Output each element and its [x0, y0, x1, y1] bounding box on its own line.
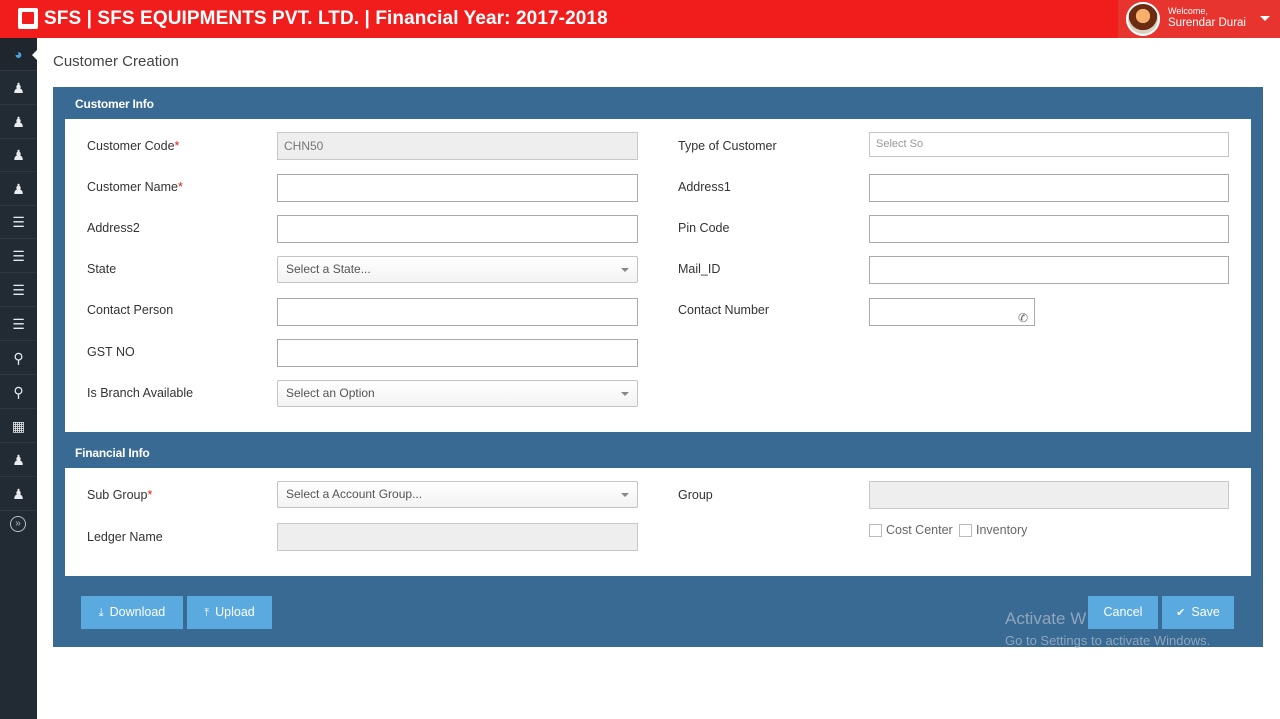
chevron-down-icon[interactable]: [1260, 16, 1270, 21]
sidebar-item-user-1[interactable]: ♟: [0, 72, 37, 105]
customer-code-field: CHN50: [277, 132, 638, 160]
sidebar-item-list-1[interactable]: ☰: [0, 206, 37, 239]
download-button[interactable]: ⤓ Download: [81, 596, 183, 629]
address1-label: Address1: [678, 180, 731, 194]
user-menu[interactable]: Welcome, Surendar Durai: [1118, 0, 1280, 38]
sidebar: ◕ ♟ ♟ ♟ ♟ ☰ ☰ ☰ ☰ ⚲ ⚲ ▦ ♟ ♟ »: [0, 38, 38, 719]
windows-watermark-title: Activate W: [1005, 609, 1087, 628]
branch-label: Is Branch Available: [87, 386, 194, 400]
sidebar-item-calendar[interactable]: ▦: [0, 410, 37, 443]
windows-watermark-text: Go to Settings to activate Windows.: [1005, 633, 1211, 648]
form-panel: Customer Info Customer Code* Customer Na…: [53, 87, 1263, 648]
sidebar-collapse-icon[interactable]: »: [10, 516, 26, 532]
financial-info-card: Sub Group* Ledger Name Select a Account …: [65, 468, 1251, 576]
company-logo-icon: [18, 8, 38, 29]
sidebar-item-list-3[interactable]: ☰: [0, 274, 37, 307]
list-icon: ☰: [12, 247, 25, 264]
sidebar-item-dashboard[interactable]: ◕: [0, 38, 38, 71]
gst-field[interactable]: [277, 339, 638, 367]
sidebar-item-cart-1[interactable]: ⚲: [0, 342, 37, 375]
customer-name-field[interactable]: [277, 174, 638, 202]
chevron-down-icon: [621, 268, 629, 272]
mail-id-field[interactable]: [869, 256, 1229, 284]
address1-field[interactable]: [869, 174, 1229, 202]
type-of-customer-select[interactable]: Select So: [869, 132, 1229, 157]
group-field: [869, 481, 1229, 509]
ledger-name-field: [277, 523, 638, 551]
sidebar-item-user-3[interactable]: ♟: [0, 139, 37, 172]
list-icon: ☰: [12, 281, 25, 298]
ledger-name-label: Ledger Name: [87, 530, 163, 544]
type-of-customer-label: Type of Customer: [678, 139, 777, 153]
branch-select[interactable]: Select an Option: [277, 380, 638, 407]
state-select[interactable]: Select a State...: [277, 256, 638, 283]
calendar-icon: ▦: [11, 417, 26, 434]
sidebar-item-list-2[interactable]: ☰: [0, 240, 37, 273]
upload-button[interactable]: ⤒ Upload: [187, 596, 272, 629]
chevron-down-icon: [621, 493, 629, 497]
inventory-label: Inventory: [976, 523, 1028, 537]
user-icon: ♟: [12, 180, 25, 197]
chevron-down-icon: [621, 392, 629, 396]
state-label: State: [87, 262, 117, 276]
sidebar-item-user-4[interactable]: ♟: [0, 173, 37, 206]
customer-info-heading: Customer Info: [75, 97, 154, 111]
user-icon: ♟: [12, 79, 25, 96]
cart-icon: ⚲: [13, 349, 24, 366]
mail-id-label: Mail_ID: [678, 262, 721, 276]
cancel-button[interactable]: Cancel: [1088, 596, 1158, 629]
address2-field[interactable]: [277, 215, 638, 243]
customer-info-card: Customer Code* Customer Name* Address2 S…: [65, 119, 1251, 432]
user-icon: ♟: [12, 113, 25, 130]
pin-code-field[interactable]: [869, 215, 1229, 243]
financial-info-heading: Financial Info: [75, 446, 150, 460]
user-icon: ♟: [12, 485, 25, 502]
download-icon: ⤓: [98, 607, 104, 619]
cart-icon: ⚲: [13, 383, 24, 400]
gst-label: GST NO: [87, 345, 135, 359]
customer-code-label: Customer Code*: [87, 139, 180, 153]
save-button[interactable]: ✔ Save: [1162, 596, 1234, 629]
customer-name-label: Customer Name*: [87, 180, 183, 194]
address2-label: Address2: [87, 221, 140, 235]
cost-center-label: Cost Center: [886, 523, 953, 537]
check-icon: ✔: [1176, 607, 1186, 619]
sub-group-select[interactable]: Select a Account Group...: [277, 481, 638, 508]
user-name[interactable]: Surendar Durai: [1168, 17, 1246, 29]
contact-number-label: Contact Number: [678, 303, 770, 317]
sidebar-item-user-2[interactable]: ♟: [0, 106, 37, 139]
inventory-checkbox[interactable]: [959, 524, 972, 537]
sidebar-item-user-6[interactable]: ♟: [0, 478, 37, 511]
sidebar-item-cart-2[interactable]: ⚲: [0, 376, 37, 409]
contact-person-label: Contact Person: [87, 303, 174, 317]
user-icon: ♟: [12, 451, 25, 468]
sidebar-item-user-5[interactable]: ♟: [0, 444, 37, 477]
app-title: SFS | SFS EQUIPMENTS PVT. LTD. | Financi…: [44, 8, 608, 29]
avatar[interactable]: [1126, 2, 1160, 36]
phone-icon: ✆: [1017, 311, 1028, 325]
list-icon: ☰: [12, 213, 25, 230]
user-icon: ♟: [12, 146, 25, 163]
page-title: Customer Creation: [53, 53, 179, 70]
cost-center-checkbox[interactable]: [869, 524, 882, 537]
upload-icon: ⤒: [204, 607, 210, 619]
contact-person-field[interactable]: [277, 298, 638, 326]
list-icon: ☰: [12, 315, 25, 332]
sidebar-item-list-4[interactable]: ☰: [0, 308, 37, 341]
group-label: Group: [678, 488, 713, 502]
dashboard-icon: ◕: [14, 46, 23, 62]
top-bar: SFS | SFS EQUIPMENTS PVT. LTD. | Financi…: [0, 0, 1280, 38]
contact-number-field[interactable]: ✆: [869, 298, 1035, 326]
welcome-text: Welcome,: [1168, 6, 1208, 16]
sub-group-label: Sub Group*: [87, 488, 153, 502]
pin-code-label: Pin Code: [678, 221, 730, 235]
